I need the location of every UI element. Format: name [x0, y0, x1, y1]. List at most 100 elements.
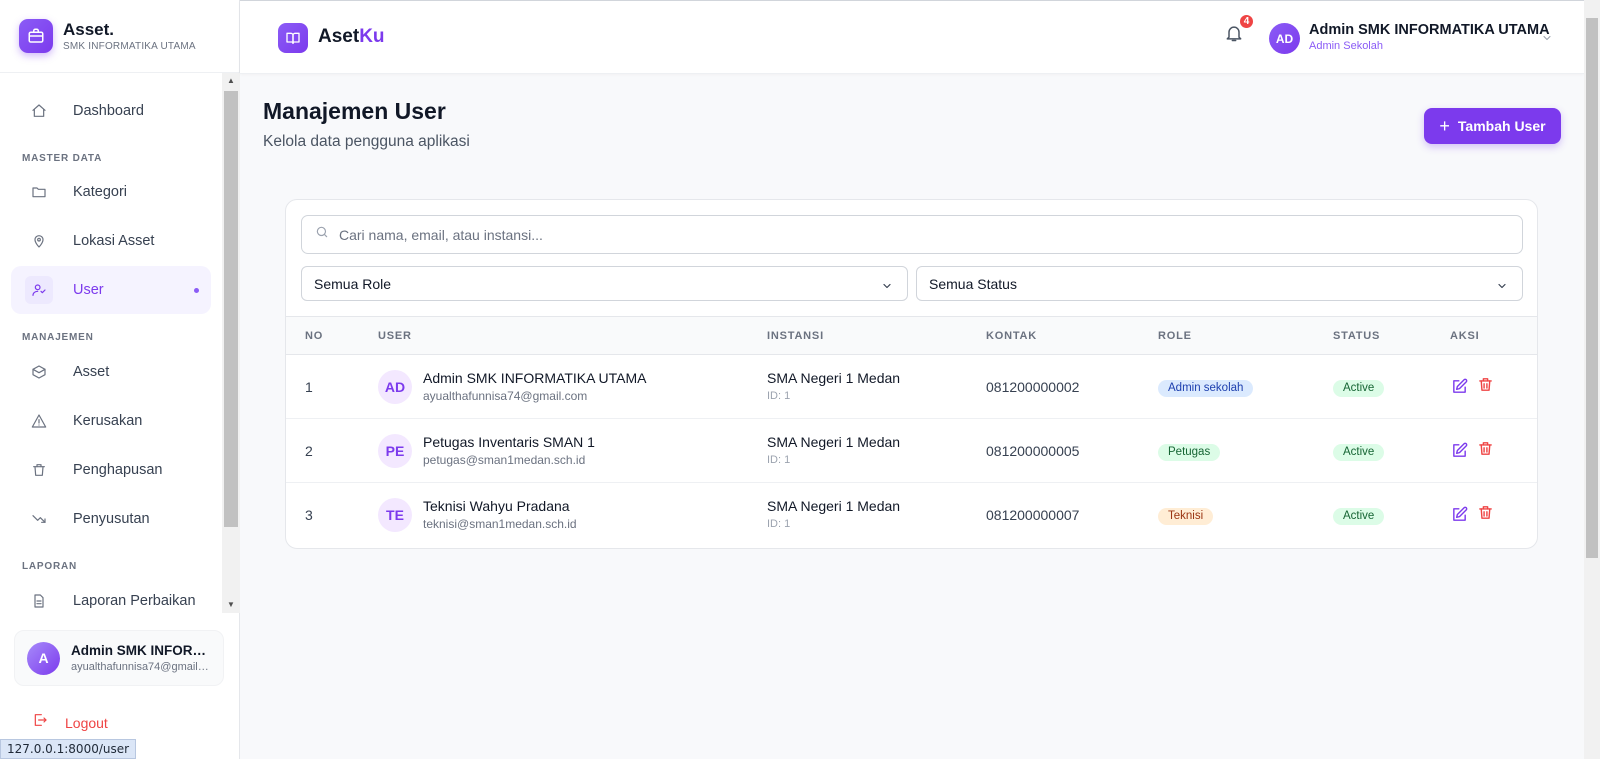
app-title[interactable]: AsetKu [318, 26, 385, 48]
row-number: 2 [305, 443, 313, 459]
user-name: Admin SMK INFORMATIKA UTAMA [423, 370, 647, 386]
sidebar-item-label: Asset [73, 364, 110, 380]
sidebar-item-dashboard[interactable]: Dashboard [11, 87, 211, 135]
sidebar-item-label: Kategori [73, 184, 128, 200]
table-row: 3 TE Teknisi Wahyu Pradana teknisi@sman1… [286, 483, 1537, 547]
section-manajemen: MANAJEMEN [22, 332, 94, 343]
sidebar-item-user[interactable]: User [11, 266, 211, 314]
sidebar-scroll-thumb[interactable] [224, 91, 238, 527]
avatar: PE [378, 434, 412, 468]
sidebar-item-kerusakan[interactable]: Kerusakan [11, 397, 211, 445]
user-menu[interactable]: Admin SMK INFORMATIKA UTAMA Admin Sekola… [1309, 22, 1550, 52]
search-icon [315, 225, 329, 244]
sidebar-item-laporan-perbaikan[interactable]: Laporan Perbaikan [11, 577, 211, 613]
user-table-card: Cari nama, email, atau instansi... Semua… [285, 199, 1538, 549]
avatar[interactable]: AD [1269, 23, 1300, 54]
document-icon [28, 590, 50, 612]
role-filter-value: Semua Role [314, 275, 392, 292]
role-filter-select[interactable]: Semua Role [301, 266, 908, 301]
instansi-id: ID: 1 [767, 518, 791, 530]
profile-email: ayualthafunnisa74@gmail.com [71, 661, 211, 673]
warning-icon [28, 410, 50, 432]
user-name: Petugas Inventaris SMAN 1 [423, 434, 595, 450]
users-icon [25, 276, 53, 304]
briefcase-icon [19, 19, 53, 53]
notification-badge: 4 [1238, 13, 1255, 30]
sidebar-scrollbar[interactable]: ▲ ▼ [222, 73, 240, 613]
sidebar-item-label: Lokasi Asset [73, 233, 155, 249]
sidebar-item-kategori[interactable]: Kategori [11, 168, 211, 216]
sidebar: Asset. SMK INFORMATIKA UTAMA Dashboard M… [0, 0, 240, 759]
section-master-data: MASTER DATA [22, 153, 103, 164]
add-user-button[interactable]: + Tambah User [1424, 108, 1561, 144]
row-number: 3 [305, 507, 313, 523]
user-email: ayualthafunnisa74@gmail.com [423, 389, 588, 403]
page-scroll-thumb[interactable] [1586, 18, 1598, 558]
sidebar-item-label: Penghapusan [73, 462, 163, 478]
table-row: 1 AD Admin SMK INFORMATIKA UTAMA ayualth… [286, 355, 1537, 419]
role-badge: Petugas [1158, 444, 1221, 461]
column-header-no: NO [305, 330, 324, 342]
sidebar-item-asset[interactable]: Asset [11, 348, 211, 396]
user-role: Admin Sekolah [1309, 40, 1383, 52]
contact-number: 081200000007 [986, 507, 1080, 523]
instansi-id: ID: 1 [767, 390, 791, 402]
chevron-down-icon [1496, 279, 1508, 295]
delete-icon[interactable] [1477, 440, 1495, 458]
instansi-name: SMA Negeri 1 Medan [767, 434, 901, 450]
column-header-aksi: AKSI [1450, 330, 1480, 342]
sidebar-item-label: Dashboard [73, 103, 144, 119]
row-number: 1 [305, 379, 313, 395]
sidebar-item-penyusutan[interactable]: Penyusutan [11, 495, 211, 543]
sidebar-item-label: User [73, 282, 104, 298]
avatar: A [27, 641, 60, 675]
instansi-id: ID: 1 [767, 454, 791, 466]
status-badge: Active [1333, 380, 1385, 397]
role-badge: Admin sekolah [1158, 380, 1254, 397]
page-scrollbar[interactable] [1584, 0, 1600, 759]
book-icon [278, 23, 308, 53]
delete-icon[interactable] [1477, 376, 1495, 394]
column-header-kontak: KONTAK [986, 330, 1038, 342]
trash-icon [28, 459, 50, 481]
sidebar-item-label: Penyusutan [73, 511, 150, 527]
sidebar-item-label: Kerusakan [73, 413, 143, 429]
folder-icon [28, 181, 50, 203]
sidebar-brand[interactable]: Asset. SMK INFORMATIKA UTAMA [0, 0, 239, 73]
chevron-down-icon[interactable] [1541, 31, 1553, 49]
scroll-down-arrow-icon[interactable]: ▼ [222, 597, 240, 613]
sidebar-profile[interactable]: A Admin SMK INFORMATIKA UTAMA ayualthafu… [14, 630, 224, 686]
logout-button[interactable]: Logout [32, 712, 108, 733]
edit-icon[interactable] [1451, 442, 1469, 460]
app-title-accent: Ku [359, 26, 385, 47]
plus-icon: + [1439, 116, 1450, 136]
brand-subtitle: SMK INFORMATIKA UTAMA [63, 41, 196, 52]
add-user-label: Tambah User [1457, 118, 1546, 134]
table-header: NO USER INSTANSI KONTAK ROLE STATUS AKSI [286, 316, 1537, 355]
top-header: AsetKu 4 AD Admin SMK INFORMATIKA UTAMA … [240, 0, 1584, 74]
home-icon [28, 100, 50, 122]
sidebar-item-lokasi[interactable]: Lokasi Asset [11, 217, 211, 265]
status-filter-value: Semua Status [929, 275, 1017, 292]
sidebar-item-label: Laporan Perbaikan [73, 593, 196, 609]
user-name: Teknisi Wahyu Pradana [423, 498, 570, 514]
logout-icon [32, 712, 48, 733]
search-placeholder: Cari nama, email, atau instansi... [339, 226, 543, 243]
profile-name: Admin SMK INFORMATIKA UTAMA [71, 643, 211, 658]
scroll-up-arrow-icon[interactable]: ▲ [222, 73, 240, 89]
browser-status-url: 127.0.0.1:8000/user [0, 739, 137, 759]
role-badge: Teknisi [1158, 508, 1214, 525]
search-input[interactable]: Cari nama, email, atau instansi... [301, 215, 1523, 254]
status-badge: Active [1333, 508, 1385, 525]
logout-label: Logout [65, 714, 108, 731]
instansi-name: SMA Negeri 1 Medan [767, 498, 901, 514]
sidebar-item-penghapusan[interactable]: Penghapusan [11, 446, 211, 494]
column-header-instansi: INSTANSI [767, 330, 824, 342]
delete-icon[interactable] [1477, 504, 1495, 522]
contact-number: 081200000005 [986, 443, 1080, 459]
edit-icon[interactable] [1451, 506, 1469, 524]
status-badge: Active [1333, 444, 1385, 461]
edit-icon[interactable] [1451, 378, 1469, 396]
status-filter-select[interactable]: Semua Status [916, 266, 1523, 301]
chevron-down-icon [881, 279, 893, 295]
